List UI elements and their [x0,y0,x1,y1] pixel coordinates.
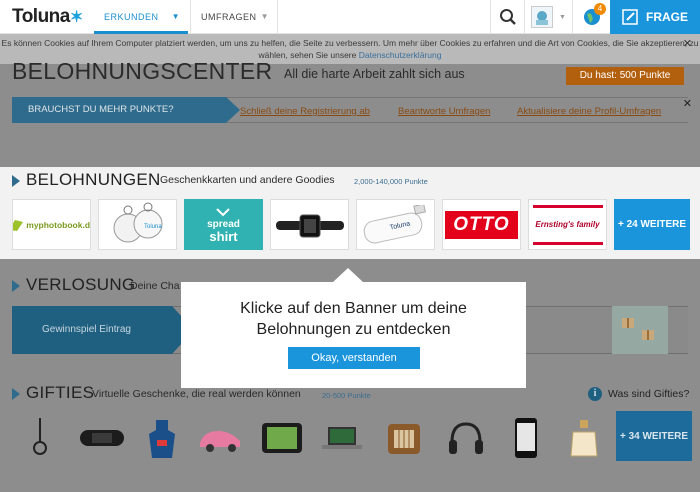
link-update-profile[interactable]: Aktualisiere deine Profil-Umfragen [517,106,661,117]
apron-icon [149,420,175,458]
reward-tile-luggage-tag[interactable]: Toluna [98,199,177,250]
reward-tile-otto[interactable]: OTTO [442,199,521,250]
logo-star-icon: ✶ [69,9,83,26]
toluna-logo[interactable]: Toluna✶ [12,6,83,28]
car-icon [200,431,240,452]
tab-umfragen[interactable]: UMFRAGEN ▼ [190,0,278,34]
headphones-icon [449,422,483,454]
gifties-range: 20-500 Punkte [322,391,371,400]
ask-question-button[interactable]: FRAGE [610,0,700,34]
keychain-icon [33,418,47,455]
tablet-gift[interactable] [258,416,306,460]
radio-icon [388,424,420,454]
ok-understood-button[interactable]: Okay, verstanden [288,347,420,369]
close-icon[interactable]: ✕ [683,97,692,110]
top-nav: Toluna✶ ERKUNDEN ▼ UMFRAGEN ▼ ▼ 4 FRAGE [0,0,700,34]
laptop-gift[interactable] [318,416,366,460]
armband-icon [275,214,344,237]
section-arrow-icon [12,280,20,292]
headphones-gift[interactable] [442,416,490,460]
avatar [531,6,554,28]
search-icon [499,9,516,25]
pencil-icon [622,9,638,25]
rewards-range: 2,000-140,000 Punkte [354,177,428,186]
section-arrow-icon [12,175,20,187]
rewards-title: BELOHNUNGEN [26,170,161,189]
luggage-tag-icon: Toluna [113,202,162,242]
raffle-subtitle: Deine Cha [130,280,180,292]
more-rewards-button[interactable]: + 24 WEITERE [614,199,690,250]
chevron-down-icon: ▼ [260,12,269,21]
svg-text:Toluna: Toluna [144,224,162,230]
tab-erkunden[interactable]: ERKUNDEN ▼ [94,0,188,34]
tablet-icon [262,423,302,453]
radio-gift[interactable] [380,416,428,460]
chevron-down-icon: ▼ [559,13,566,21]
gifties-subtitle: Virtuelle Geschenke, die real werden kön… [92,388,301,400]
ernstings-logo: Ernsting's family [532,204,603,245]
reward-tile-armband[interactable] [270,199,349,250]
notification-badge: 4 [594,3,606,15]
what-are-gifties-link[interactable]: Was sind Gifties? [608,388,689,400]
avatar-icon [536,11,549,25]
rewards-tooltip: Klicke auf den Banner um deine Belohnung… [181,282,526,388]
keychain-gift[interactable] [16,416,64,460]
otto-logo: OTTO [445,210,518,239]
chevron-down-icon: ▼ [171,12,180,21]
notifications-button[interactable]: 4 [572,0,610,34]
myphotobook-logo: myphotobook.de [13,218,90,232]
avatar-menu[interactable]: ▼ [524,0,572,34]
search-button[interactable] [490,0,524,34]
link-answer-surveys[interactable]: Beantworte Umfragen [398,106,490,117]
more-points-label: BRAUCHST DU MEHR PUNKTE? [12,97,240,123]
close-icon[interactable]: ✕ [683,38,692,50]
apron-gift[interactable] [138,416,186,460]
reward-tile-spreadshirt[interactable]: spread shirt [184,199,263,250]
privacy-link[interactable]: Datenschutzerklärung [359,50,442,60]
reward-tile-ernstings[interactable]: Ernsting's family [528,199,607,250]
reward-tile-usb-stick[interactable]: Toluna [356,199,435,250]
page-subtitle: All die harte Arbeit zahlt sich aus [284,67,465,81]
console-icon [80,430,124,446]
usb-stick-icon: Toluna [363,204,426,243]
popup-pointer [332,268,364,283]
page-title: BELOHNUNGSCENTER [12,58,273,84]
smartphone-icon [515,418,537,458]
smartphone-gift[interactable] [502,416,550,460]
reward-tile-myphotobook[interactable]: myphotobook.de [12,199,91,250]
rewards-subtitle: Geschenkkarten und andere Goodies [160,174,335,186]
section-arrow-icon [12,388,20,400]
cookie-text: Es können Cookies auf Ihrem Computer pla… [1,38,699,60]
points-badge: Du hast: 500 Punkte [566,67,684,85]
perfume-icon [570,420,598,457]
car-gift[interactable] [196,416,244,460]
laptop-icon [322,427,362,449]
more-gifties-button[interactable]: + 34 WEITERE [616,411,692,461]
raffle-entry[interactable]: Gewinnspiel Eintrag [12,306,194,354]
link-finish-registration[interactable]: Schließ deine Registrierung ab [240,106,370,117]
raffle-title: VERLOSUNG [26,275,136,294]
perfume-gift[interactable] [560,416,608,460]
book-icon [13,219,24,231]
heart-icon [216,207,231,216]
raffle-gifts-image [612,306,668,354]
gift-boxes-icon [622,318,654,340]
tooltip-message: Klicke auf den Banner um deine Belohnung… [240,300,467,338]
info-icon[interactable]: i [588,387,602,401]
spreadshirt-logo: spread shirt [207,207,240,243]
console-gift[interactable] [78,416,126,460]
gifties-title: GIFTIES [26,383,95,402]
